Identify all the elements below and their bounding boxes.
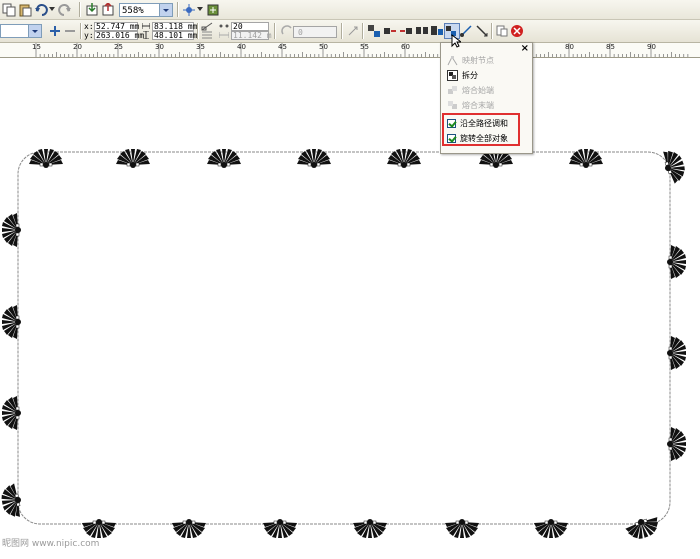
counterclockwise-blend-icon[interactable] (398, 23, 414, 39)
loop-blend-icon[interactable] (345, 23, 361, 39)
split-label: 拆分 (462, 70, 478, 80)
separator (341, 23, 343, 39)
blend-step-object[interactable] (533, 518, 569, 539)
fuse-end-item[interactable]: 熔合末端 (447, 98, 494, 112)
launcher-dropdown-icon[interactable] (197, 6, 203, 12)
ruler-label: 80 (565, 43, 574, 51)
copy-blend-properties-icon[interactable] (494, 23, 510, 39)
blend-objects[interactable] (0, 146, 690, 544)
map-nodes-item[interactable]: 映射节点 (447, 53, 494, 67)
path-properties-icon[interactable] (474, 23, 490, 39)
x-position-value: 52.747 mm (96, 22, 140, 31)
zoom-level-select[interactable]: 558% (119, 3, 173, 17)
separator (491, 23, 493, 39)
width-value: 83.118 mm (154, 22, 198, 31)
undo-dropdown-icon[interactable] (49, 6, 55, 12)
chevron-down-icon (159, 4, 172, 16)
spacing-icon (219, 31, 229, 40)
ruler-label: 35 (196, 43, 205, 51)
ruler-label: 15 (32, 43, 41, 51)
undo-icon[interactable] (33, 2, 49, 18)
drawing-canvas[interactable] (0, 58, 700, 556)
blend-steps-icon[interactable] (201, 31, 213, 40)
ruler-label: 45 (278, 43, 287, 51)
blend-direction-value: 0 (298, 28, 303, 37)
fuse-end-label: 熔合末端 (462, 100, 494, 110)
import-icon[interactable] (84, 2, 100, 18)
object-color-blend-icon[interactable] (366, 23, 382, 39)
y-position-value: 263.016 mm (96, 31, 145, 40)
y-label: y: (84, 31, 94, 40)
ruler-label: 60 (401, 43, 410, 51)
height-icon (142, 31, 150, 39)
corel-online-icon[interactable] (205, 2, 221, 18)
map-nodes-label: 映射节点 (462, 55, 494, 65)
separator (177, 2, 179, 17)
ruler-ticks (35, 43, 689, 57)
close-icon[interactable]: × (521, 43, 529, 54)
zoom-level-value: 558% (122, 6, 144, 16)
color-acceleration-icon[interactable] (429, 23, 445, 39)
blend-step-object[interactable] (352, 518, 388, 539)
blend-step-object[interactable] (171, 518, 207, 539)
blend-artwork[interactable] (0, 58, 700, 556)
separator (80, 23, 82, 39)
paste-icon[interactable] (17, 2, 33, 18)
split-item[interactable]: 拆分 (447, 68, 478, 82)
clockwise-blend-icon[interactable] (382, 23, 398, 39)
scale-lock-icon[interactable] (201, 22, 213, 31)
fuse-start-label: 熔合始端 (462, 85, 494, 95)
blend-step-object[interactable] (444, 518, 480, 539)
remove-preset-icon[interactable] (62, 23, 78, 39)
ruler-label: 20 (73, 43, 82, 51)
redo-icon[interactable] (57, 2, 73, 18)
steps-icon (219, 22, 229, 31)
fuse-end-icon (447, 100, 458, 111)
separator (362, 23, 364, 39)
export-icon[interactable] (100, 2, 116, 18)
separator (197, 23, 199, 39)
application-launcher-icon[interactable] (181, 2, 197, 18)
blend-steps-value: 20 (233, 22, 243, 31)
split-icon (447, 69, 458, 81)
blend-step-object[interactable] (623, 513, 663, 544)
map-nodes-icon (447, 55, 458, 66)
width-icon (142, 22, 150, 30)
ruler-label: 55 (360, 43, 369, 51)
standard-toolbar: 558% (0, 0, 700, 20)
copy-icon[interactable] (1, 2, 17, 18)
blend-spacing-value: 11.142 m (233, 31, 272, 40)
fuse-start-icon (447, 85, 458, 96)
ruler-label: 85 (606, 43, 615, 51)
horizontal-ruler[interactable]: 15202530354045505560657075808590 (0, 43, 700, 58)
ruler-label: 25 (114, 43, 123, 51)
blend-step-object[interactable] (262, 518, 298, 539)
fuse-start-item[interactable]: 熔合始端 (447, 83, 494, 97)
property-bar: x: y: 52.747 mm 263.016 mm 83.118 mm 48.… (0, 20, 700, 43)
ruler-label: 40 (237, 43, 246, 51)
separator (274, 23, 276, 39)
blend-path[interactable] (17, 151, 671, 525)
watermark: 昵图网 www.nipic.com (2, 539, 100, 549)
x-label: x: (84, 22, 94, 31)
blend-step-object[interactable] (659, 146, 690, 186)
chevron-down-icon (28, 25, 41, 37)
blend-step-object[interactable] (0, 482, 25, 520)
ruler-label: 50 (319, 43, 328, 51)
height-value: 48.101 mm (154, 31, 198, 40)
add-preset-icon[interactable] (47, 23, 63, 39)
preset-select[interactable] (0, 24, 42, 38)
ruler-label: 90 (647, 43, 656, 51)
object-acceleration-icon[interactable] (414, 23, 430, 39)
mouse-cursor-icon (451, 34, 461, 48)
clear-blend-icon[interactable] (509, 23, 525, 39)
highlight-box (442, 113, 520, 146)
separator (79, 2, 81, 17)
ruler-label: 30 (155, 43, 164, 51)
